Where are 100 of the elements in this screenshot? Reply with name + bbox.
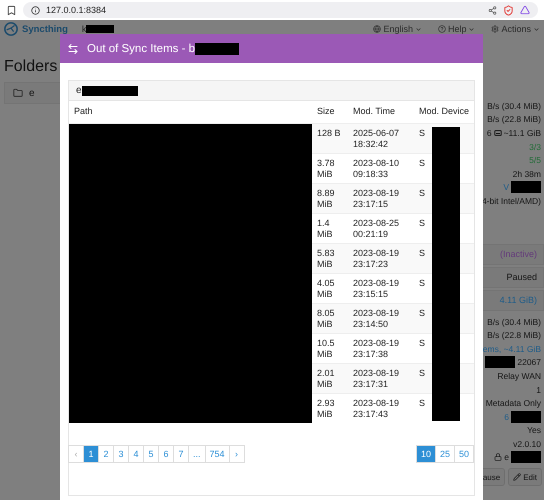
table-cell: 10.5 MiB <box>316 338 334 359</box>
stat-value: 2h 38m <box>512 168 541 179</box>
table-cell: S <box>418 248 425 258</box>
table-cell: 8.05 MiB <box>316 308 334 329</box>
stat-value: B/s (30.4 MiB) <box>487 316 541 327</box>
pencil-icon <box>513 473 522 482</box>
folder-name: e <box>76 85 82 96</box>
menu-button[interactable]: English <box>373 24 422 34</box>
stat-value: ~11.1 GiB <box>504 128 541 138</box>
menu-button[interactable]: Help <box>438 24 476 34</box>
brand-name[interactable]: Syncthing <box>22 24 68 34</box>
redaction-bar <box>485 356 516 368</box>
panel-title: (Inactive) <box>500 249 537 260</box>
caret-icon <box>414 26 422 32</box>
panel-title: 4.11 GiB) <box>500 295 537 306</box>
page-button[interactable]: 3 <box>113 445 129 463</box>
column-header: Path <box>74 106 93 116</box>
page-button[interactable]: 5 <box>143 445 159 463</box>
table-cell: 2023-08-19 23:17:15 <box>352 188 400 209</box>
table-cell: 2.93 MiB <box>316 398 334 419</box>
stat-value: 22067 <box>517 357 541 368</box>
table-cell: S <box>418 338 425 348</box>
address-bar[interactable]: 127.0.0.1:8384 <box>23 2 538 18</box>
stat-value: B/s (30.4 MiB) <box>487 100 541 111</box>
table-cell: 2025-06-07 18:32:42 <box>352 128 400 149</box>
table-cell: 2023-08-19 23:17:38 <box>352 338 400 359</box>
table-cell: S <box>418 158 425 168</box>
table-cell: 1.4 MiB <box>316 218 332 239</box>
bookmark-icon <box>6 4 17 16</box>
next-page-button[interactable]: › <box>228 445 245 463</box>
info-icon <box>31 6 40 14</box>
page-size-button[interactable]: 10 <box>416 445 436 463</box>
lock-icon <box>494 453 502 462</box>
menu-button[interactable]: Actions <box>491 24 540 34</box>
stat-value: B/s (22.8 MiB) <box>487 114 541 124</box>
redaction-bar <box>511 451 541 464</box>
menu-icon <box>438 25 446 33</box>
shield-icon <box>503 4 514 16</box>
stat-value: 6 <box>486 128 492 138</box>
redaction-bar <box>86 25 114 33</box>
action-button[interactable]: Edit <box>508 468 542 486</box>
table-cell: 4.05 MiB <box>316 278 334 299</box>
caret-icon <box>533 26 540 32</box>
section-title: Folders <box>4 58 58 76</box>
table-cell: 2023-08-19 23:17:43 <box>352 398 400 419</box>
column-header: Size <box>316 106 334 116</box>
table-cell: 2.01 MiB <box>316 368 334 389</box>
table-cell: 2023-08-19 23:17:23 <box>352 248 400 269</box>
page-button[interactable]: 6 <box>158 445 174 463</box>
page-size-button[interactable]: 25 <box>434 445 455 463</box>
stat-value: 4-bit Intel/AMD) <box>482 196 541 206</box>
menu-icon <box>491 25 500 33</box>
menu-icon <box>373 25 382 33</box>
triangle-icon <box>520 5 530 15</box>
arrows-icon <box>67 42 79 54</box>
page-button[interactable]: 2 <box>98 445 114 463</box>
stat-value: Yes <box>527 425 541 436</box>
page-size-button[interactable]: 50 <box>454 445 474 463</box>
url-text: 127.0.0.1:8384 <box>46 5 108 15</box>
stat-value: V <box>503 182 509 192</box>
stat-value: Relay WAN <box>497 370 541 381</box>
stat-value: B/s (22.8 MiB) <box>487 330 541 340</box>
table-cell: 2023-08-10 09:18:33 <box>352 158 400 179</box>
table-cell: 2023-08-19 23:17:31 <box>352 368 400 389</box>
page-button[interactable]: 1 <box>83 445 99 463</box>
page-button[interactable]: 4 <box>128 445 144 463</box>
page-button[interactable]: 7 <box>173 445 189 463</box>
table-cell: S <box>418 278 425 288</box>
table-cell: 2023-08-19 23:14:50 <box>352 308 400 329</box>
table-cell: 128 B <box>316 128 340 138</box>
table-cell: S <box>418 398 425 408</box>
stat-value: 1 <box>536 384 541 395</box>
page-button[interactable]: ... <box>188 445 206 463</box>
table-cell: S <box>418 218 425 228</box>
share-icon <box>488 6 497 14</box>
table-cell: S <box>418 188 425 198</box>
table-cell: S <box>418 128 425 138</box>
stat-value: v2.0.10 <box>513 438 541 449</box>
caret-icon <box>468 26 476 32</box>
redaction-bar <box>511 181 541 194</box>
folder-name: e <box>29 88 35 98</box>
stat-value: Metadata Only <box>486 398 541 408</box>
stat-value: 6 <box>504 412 509 422</box>
column-header: Mod. Device <box>418 106 469 116</box>
column-header: Mod. Time <box>352 106 395 116</box>
stat-value: 3/3 <box>529 142 541 152</box>
stat-value: ems, ~4.11 GiB <box>482 344 541 354</box>
table-cell: S <box>418 368 425 378</box>
page-button[interactable]: 754 <box>204 445 230 463</box>
modal-title: Out of Sync Items - b <box>87 42 196 54</box>
redaction-bar <box>195 42 240 54</box>
table-cell: 2023-08-19 23:15:15 <box>352 278 400 299</box>
table-cell: S <box>418 308 425 318</box>
table-cell: 2023-08-25 00:21:19 <box>352 218 400 239</box>
table-cell: 5.83 MiB <box>316 248 334 269</box>
stat-value: e <box>504 452 509 462</box>
redaction-bar <box>82 86 138 96</box>
table-cell: 3.78 MiB <box>316 158 334 179</box>
table-cell: 8.89 MiB <box>316 188 334 209</box>
previous-page-button[interactable]: ‹ <box>68 445 84 463</box>
